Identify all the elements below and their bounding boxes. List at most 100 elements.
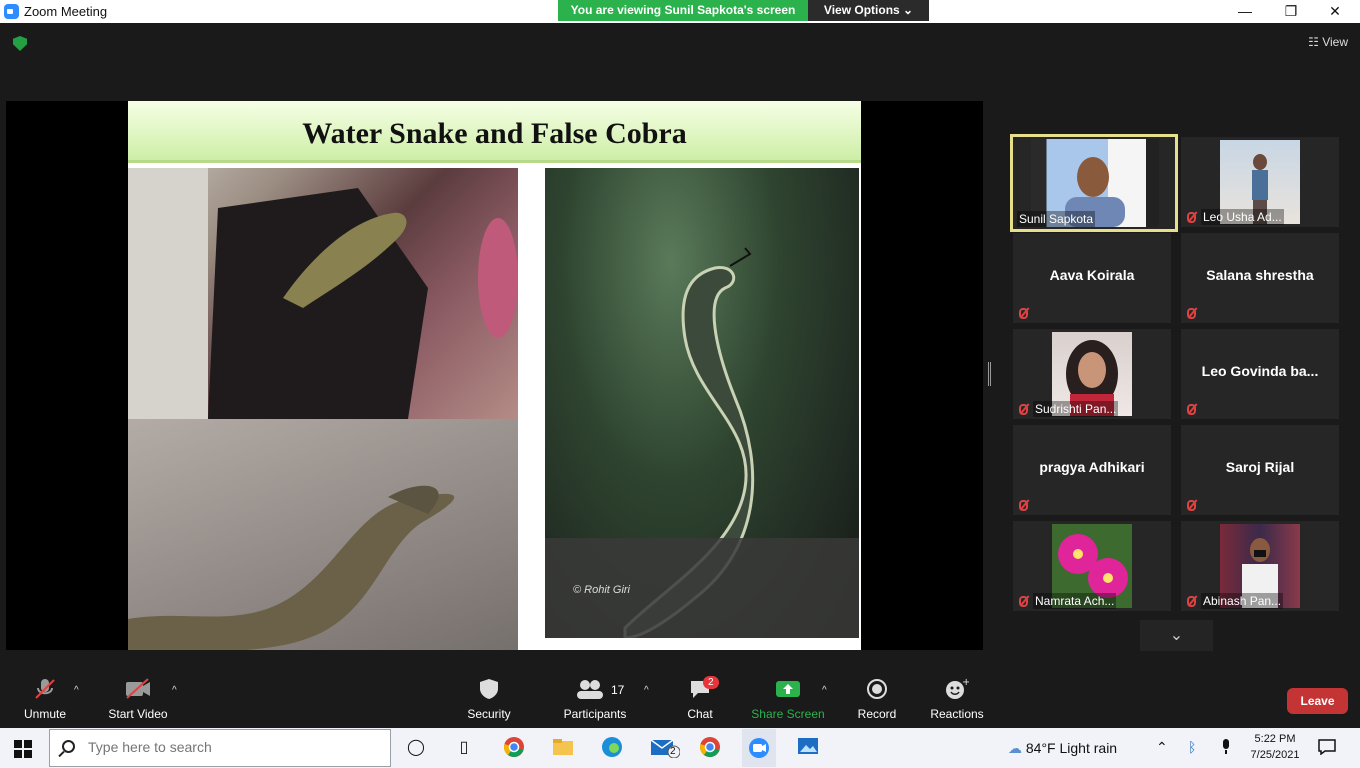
meeting-toolbar: Unmute ^ Start Video ^ Security Particip… <box>0 670 1360 728</box>
file-explorer-icon[interactable] <box>551 736 575 760</box>
muted-mic-icon <box>1187 596 1196 607</box>
start-video-label: Start Video <box>108 707 168 721</box>
zoom-app-icon <box>4 4 19 19</box>
chat-label: Chat <box>687 707 713 721</box>
panel-resize-handle[interactable] <box>988 362 991 386</box>
participant-tile-sudrishti[interactable]: Sudrishti Pan... <box>1013 329 1171 419</box>
close-icon[interactable]: ✕ <box>1312 0 1358 23</box>
participant-name: pragya Adhikari <box>1039 459 1145 475</box>
chevron-down-icon[interactable]: ⌄ <box>1140 620 1213 651</box>
chat-bubble-icon <box>655 670 745 700</box>
share-screen-icon <box>743 670 833 700</box>
participant-tile-leo-usha[interactable]: Leo Usha Ad... <box>1181 137 1339 227</box>
microphone-tray-icon[interactable] <box>1220 739 1232 758</box>
bluetooth-icon[interactable]: ᛒ <box>1188 739 1196 755</box>
taskbar-search-box[interactable] <box>49 729 391 767</box>
record-button[interactable]: Record <box>832 670 922 728</box>
participants-label: Participants <box>563 707 627 721</box>
mail-badge-count: 2 <box>670 746 676 757</box>
leave-button[interactable]: Leave <box>1287 688 1348 714</box>
unmute-label: Unmute <box>23 707 67 721</box>
participant-name: Leo Usha Ad... <box>1201 209 1284 225</box>
reactions-label: Reactions <box>930 707 984 721</box>
participant-name: Leo Govinda ba... <box>1201 363 1319 379</box>
muted-mic-icon <box>1187 212 1196 223</box>
chrome-icon-2[interactable] <box>698 736 722 760</box>
notifications-icon[interactable] <box>1318 739 1336 758</box>
clock-date: 7/25/2021 <box>1250 749 1300 761</box>
false-cobra-photo: © Rohit Giri <box>545 168 859 638</box>
share-options-caret[interactable]: ^ <box>822 685 827 696</box>
share-screen-label: Share Screen <box>751 707 825 721</box>
task-view-icon[interactable]: ▯ <box>452 736 476 760</box>
taskbar-clock[interactable]: 5:22 PM 7/25/2021 <box>1245 731 1305 763</box>
view-options-button[interactable]: View Options ⌄ <box>808 0 929 21</box>
screen-share-banner: You are viewing Sunil Sapkota's screen V… <box>558 0 929 21</box>
security-label: Security <box>467 707 511 721</box>
reactions-smiley-icon: + <box>912 670 1002 700</box>
video-options-caret[interactable]: ^ <box>172 685 177 696</box>
encryption-shield-icon[interactable] <box>13 36 27 51</box>
cortana-circle-icon[interactable]: ◯ <box>404 736 428 760</box>
participants-icon <box>550 670 640 700</box>
chat-button[interactable]: Chat <box>655 670 745 728</box>
view-layout-button[interactable]: ☷ View <box>1308 35 1348 49</box>
muted-mic-icon <box>1019 500 1028 511</box>
maximize-icon[interactable]: ❐ <box>1268 0 1314 23</box>
muted-mic-icon <box>1019 404 1028 415</box>
windows-start-icon[interactable] <box>14 740 32 758</box>
participant-tile-leo-govinda[interactable]: Leo Govinda ba... <box>1181 329 1339 419</box>
taskbar-search-input[interactable] <box>88 739 378 755</box>
muted-mic-icon <box>1187 500 1196 511</box>
record-icon <box>832 670 922 700</box>
chrome-icon[interactable] <box>502 736 526 760</box>
share-screen-button[interactable]: Share Screen <box>743 670 833 728</box>
water-snake-photo-ground <box>128 419 518 650</box>
tray-expand-icon[interactable]: ⌃ <box>1156 739 1168 756</box>
window-title: Zoom Meeting <box>24 4 108 19</box>
photos-icon[interactable] <box>796 736 820 760</box>
water-snake-photo-held <box>128 168 518 419</box>
participants-options-caret[interactable]: ^ <box>644 685 649 696</box>
participants-button[interactable]: Participants <box>550 670 640 728</box>
muted-mic-icon <box>1019 596 1028 607</box>
participant-name: Salana shrestha <box>1206 267 1314 283</box>
participant-name: Sudrishti Pan... <box>1033 401 1119 417</box>
search-icon <box>62 740 75 753</box>
participant-name: Aava Koirala <box>1049 267 1135 283</box>
minimize-icon[interactable]: — <box>1222 0 1268 23</box>
start-video-button[interactable]: Start Video <box>93 670 183 728</box>
audio-options-caret[interactable]: ^ <box>74 685 79 696</box>
video-off-icon <box>93 670 183 700</box>
participant-name: Saroj Rijal <box>1225 459 1295 475</box>
participant-tile-abinash[interactable]: Abinash Pan... <box>1181 521 1339 611</box>
windows-taskbar: ◯ ▯ 2 ☁ 84°F Light rain ⌃ ᛒ 5:22 PM 7/25… <box>0 728 1360 768</box>
zoom-taskbar-icon[interactable] <box>742 729 776 767</box>
security-shield-icon <box>444 670 534 700</box>
security-button[interactable]: Security <box>444 670 534 728</box>
weather-widget[interactable]: ☁ 84°F Light rain <box>1008 740 1117 757</box>
participant-tile-sunil[interactable]: Sunil Sapkota <box>1010 134 1178 232</box>
chat-unread-badge: 2 <box>703 676 719 689</box>
participant-tile-aava[interactable]: Aava Koirala <box>1013 233 1171 323</box>
participant-tile-salana[interactable]: Salana shrestha <box>1181 233 1339 323</box>
svg-text:+: + <box>962 678 969 688</box>
slide-title: Water Snake and False Cobra <box>302 117 687 150</box>
window-titlebar: Zoom Meeting You are viewing Sunil Sapko… <box>0 0 1360 23</box>
participant-name: Namrata Ach... <box>1033 593 1117 609</box>
muted-mic-icon <box>1019 308 1028 319</box>
participant-name: Sunil Sapkota <box>1017 211 1096 227</box>
edge-browser-icon[interactable] <box>600 736 624 760</box>
unmute-button[interactable]: Unmute <box>0 670 90 728</box>
reactions-button[interactable]: + Reactions <box>912 670 1002 728</box>
weather-cloud-icon: ☁ <box>1008 740 1022 756</box>
participant-tile-saroj[interactable]: Saroj Rijal <box>1181 425 1339 515</box>
presentation-slide: Water Snake and False Cobra © Rohit Giri <box>128 101 861 650</box>
record-label: Record <box>857 707 897 721</box>
participant-tile-pragya[interactable]: pragya Adhikari <box>1013 425 1171 515</box>
participant-name: Abinash Pan... <box>1201 593 1284 609</box>
photo-credit: © Rohit Giri <box>573 584 631 596</box>
clock-time: 5:22 PM <box>1254 733 1296 745</box>
participant-tile-namrata[interactable]: Namrata Ach... <box>1013 521 1171 611</box>
slide-header: Water Snake and False Cobra <box>128 101 861 163</box>
